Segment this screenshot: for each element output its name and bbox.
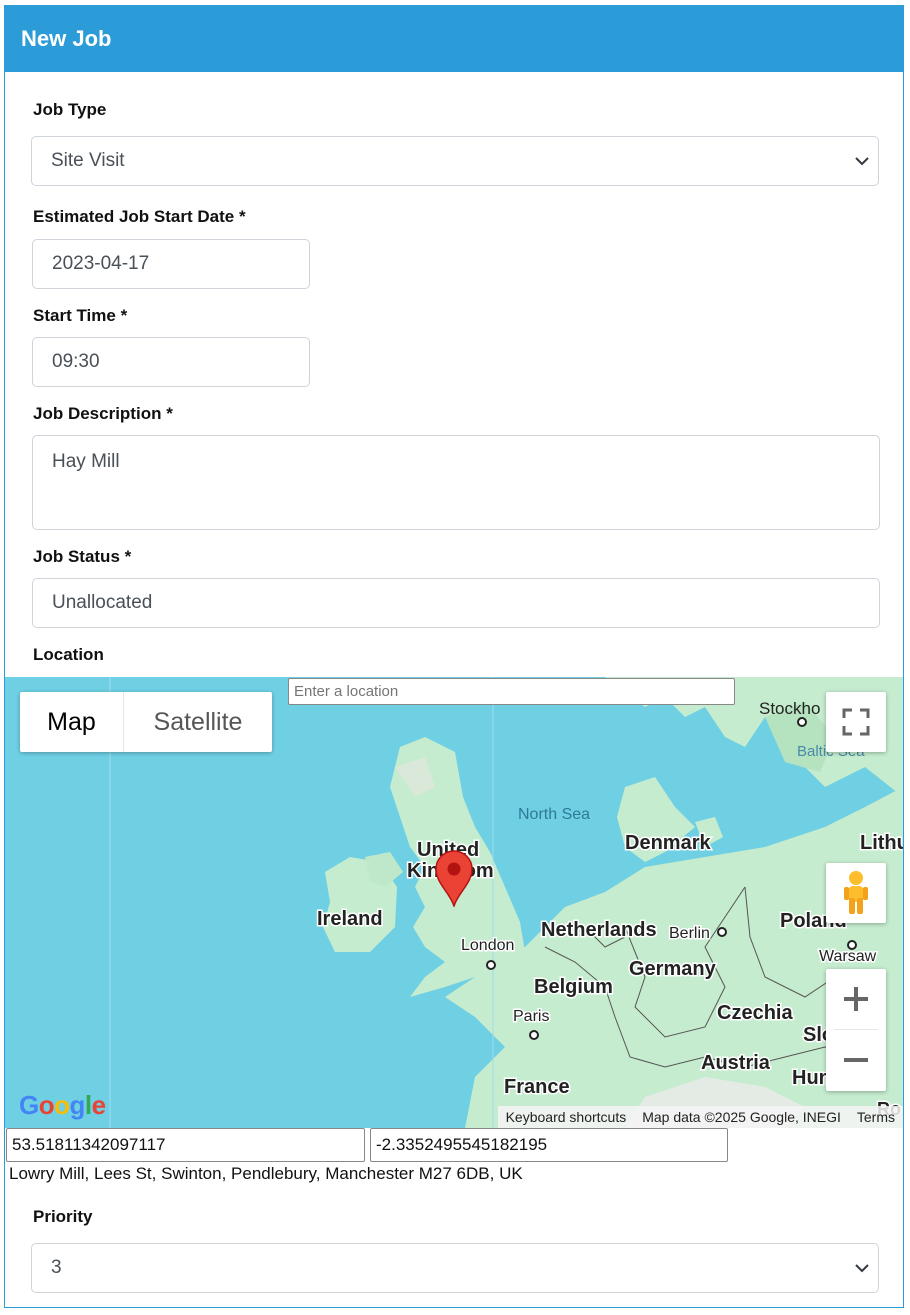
zoom-in-button[interactable] — [826, 969, 886, 1029]
fullscreen-button[interactable] — [826, 692, 886, 752]
map-label-paris: Paris — [513, 1008, 549, 1025]
start-date-label: Estimated Job Start Date * — [33, 207, 246, 226]
new-job-panel: New Job Job Type Site Visit Estimated Jo… — [4, 5, 904, 1308]
map-label-stockholm: Stockho — [759, 699, 820, 718]
google-logo: Google — [19, 1090, 106, 1120]
panel-header: New Job — [5, 6, 903, 72]
description-textarea[interactable]: Hay Mill — [32, 435, 880, 530]
latitude-input[interactable]: 53.51811342097117 — [6, 1128, 365, 1162]
start-time-label: Start Time * — [33, 306, 128, 325]
map-label-warsaw: Warsaw — [819, 948, 877, 965]
map-label-north-sea: North Sea — [518, 806, 590, 823]
chevron-down-icon — [855, 157, 869, 166]
chevron-down-icon — [855, 1264, 869, 1273]
start-date-input[interactable]: 2023-04-17 — [32, 239, 310, 289]
longitude-input[interactable]: -2.3352495545182195 — [370, 1128, 728, 1162]
priority-select[interactable]: 3 — [31, 1243, 879, 1293]
map-data-text: Map data ©2025 Google, INEGI — [642, 1109, 841, 1125]
map-attribution: Keyboard shortcuts Map data ©2025 Google… — [497, 1106, 903, 1128]
map-label-netherlands: Netherlands — [541, 919, 657, 941]
map-label-london: London — [461, 937, 514, 954]
pegman-icon — [844, 871, 868, 914]
map-label-lithuania: Lithu — [860, 832, 903, 854]
map-label-belgium: Belgium — [534, 976, 613, 998]
terms-link[interactable]: Terms — [849, 1109, 903, 1125]
zoom-out-button[interactable] — [826, 1030, 886, 1090]
map-label-germany: Germany — [629, 958, 717, 980]
map-label-berlin: Berlin — [669, 925, 710, 942]
keyboard-shortcuts-link[interactable]: Keyboard shortcuts — [498, 1109, 635, 1125]
page-title: New Job — [21, 26, 112, 51]
job-type-select[interactable]: Site Visit — [31, 136, 879, 186]
start-time-input[interactable]: 09:30 — [32, 337, 310, 387]
status-input[interactable]: Unallocated — [32, 578, 880, 628]
zoom-control — [826, 969, 886, 1091]
location-label: Location — [33, 645, 104, 664]
map-label-austria: Austria — [701, 1052, 771, 1074]
map-type-control: Map Satellite — [20, 692, 272, 752]
priority-label: Priority — [33, 1207, 93, 1226]
location-search-input[interactable]: Enter a location — [288, 678, 735, 705]
fullscreen-icon — [842, 708, 870, 736]
description-label: Job Description * — [33, 404, 173, 423]
minus-icon — [844, 1058, 868, 1062]
job-type-label: Job Type — [33, 100, 107, 119]
plus-icon — [844, 987, 868, 1011]
map-type-satellite-button[interactable]: Satellite — [124, 692, 272, 752]
city-dot-icon — [797, 717, 807, 727]
map-marker-icon[interactable] — [434, 849, 474, 907]
job-type-value: Site Visit — [51, 150, 125, 171]
address-text: Lowry Mill, Lees St, Swinton, Pendlebury… — [9, 1164, 523, 1183]
map-type-map-button[interactable]: Map — [20, 692, 124, 752]
street-view-button[interactable] — [826, 863, 886, 923]
location-map[interactable]: Stockho Baltic Sea North Sea Denmark Lit… — [5, 677, 903, 1128]
map-label-ireland: Ireland — [317, 908, 383, 930]
map-label-czechia: Czechia — [717, 1002, 793, 1024]
map-label-denmark: Denmark — [625, 832, 711, 854]
status-label: Job Status * — [33, 547, 132, 566]
map-label-france: France — [504, 1076, 570, 1098]
